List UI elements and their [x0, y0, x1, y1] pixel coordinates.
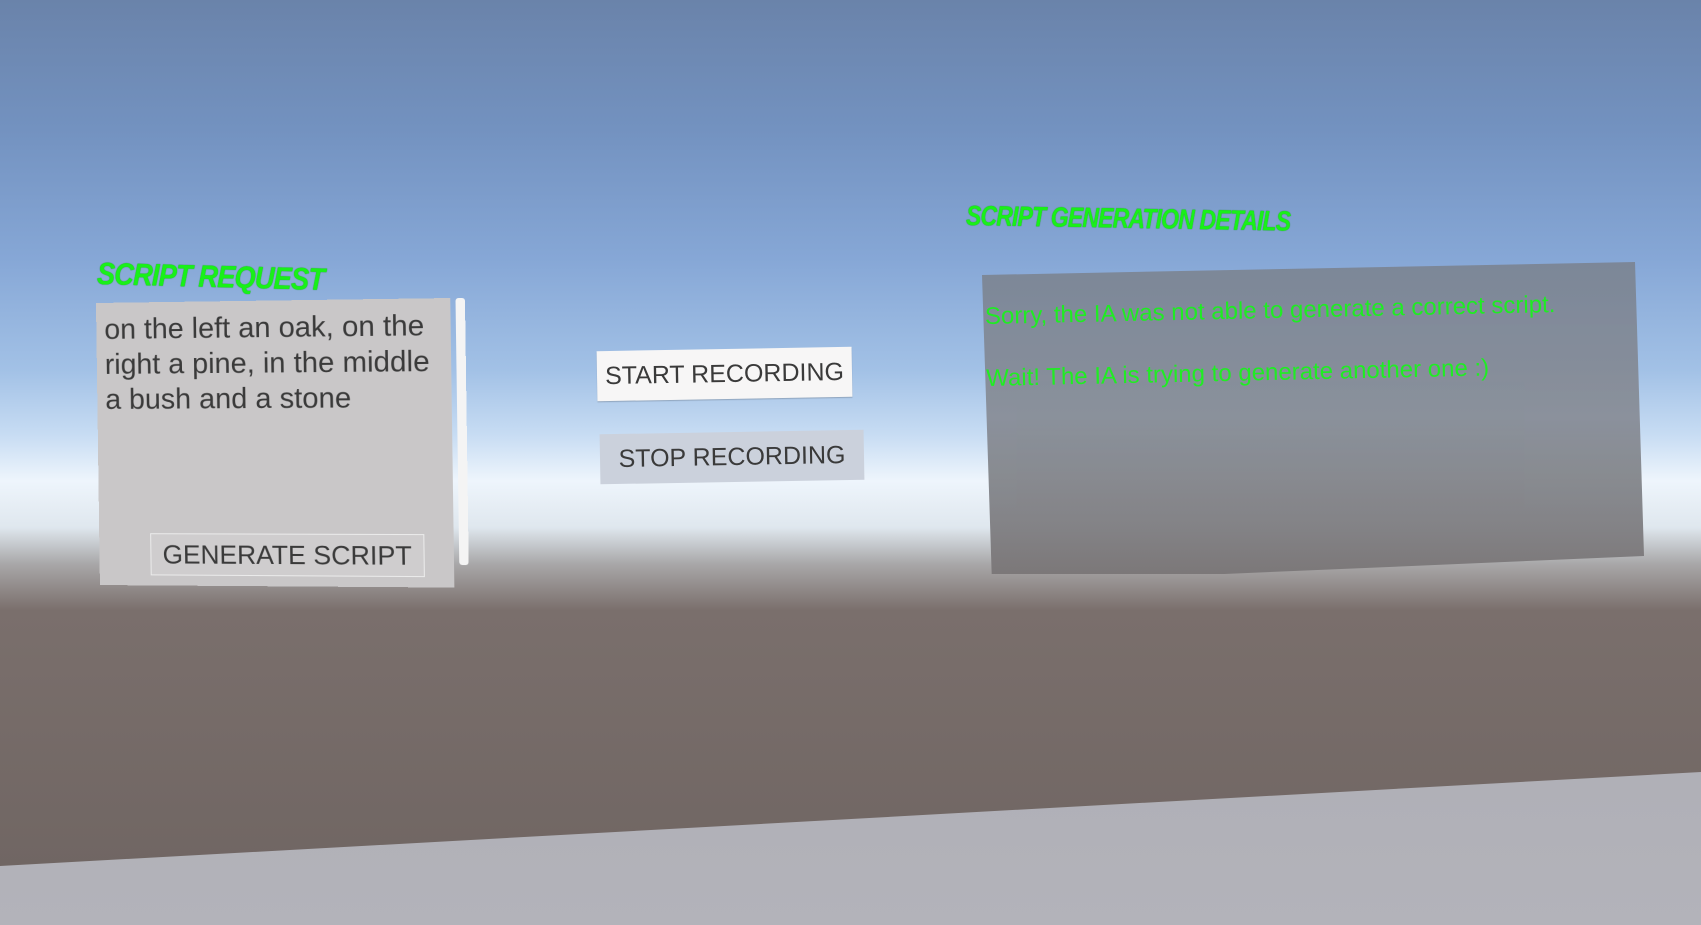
start-recording-button[interactable]: START RECORDING — [597, 347, 853, 401]
script-request-panel[interactable]: on the left an oak, on the right a pine,… — [96, 298, 454, 588]
details-message: Sorry, the IA was not able to generate a… — [984, 256, 1637, 425]
generate-script-button[interactable]: GENERATE SCRIPT — [150, 533, 425, 577]
script-generation-details-label: SCRIPT GENERATION DETAILS — [966, 200, 1291, 238]
details-message-line-2: Wait! The IA is trying to generate anoth… — [986, 349, 1637, 394]
stop-recording-button[interactable]: STOP RECORDING — [600, 430, 865, 485]
script-request-text[interactable]: on the left an oak, on the right a pine,… — [104, 309, 432, 418]
script-generation-details-panel: Sorry, the IA was not able to generate a… — [982, 262, 1644, 574]
details-message-line-1: Sorry, the IA was not able to generate a… — [985, 287, 1636, 332]
script-request-scrollbar[interactable] — [455, 298, 468, 565]
vr-scene: SCRIPT REQUEST on the left an oak, on th… — [0, 0, 1701, 925]
script-request-label: SCRIPT REQUEST — [97, 256, 325, 298]
